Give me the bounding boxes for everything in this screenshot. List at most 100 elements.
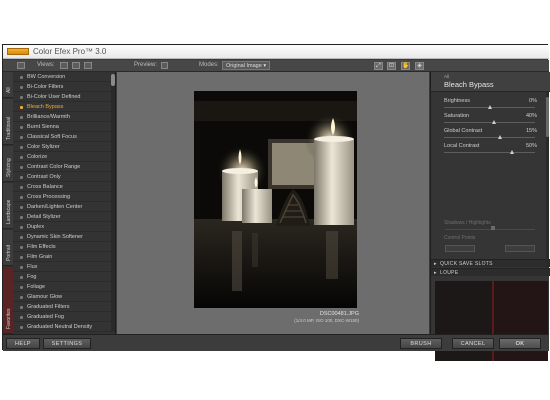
tab-landscape[interactable]: Landscape	[3, 183, 13, 229]
slider-handle[interactable]	[510, 150, 515, 154]
zoom-icon[interactable]: ⤢	[374, 62, 383, 70]
slider-label: Brightness	[444, 98, 470, 104]
filter-item[interactable]: Duplex	[13, 222, 115, 232]
preview-image	[194, 91, 357, 308]
modes-label: Modes:	[199, 62, 219, 68]
category-tabs: All Traditional Stylizing Landscape Port…	[3, 72, 13, 334]
filter-item[interactable]: Flux	[13, 262, 115, 272]
shadows-track[interactable]	[445, 229, 535, 230]
sidebar-toggle-icon[interactable]	[17, 62, 25, 69]
help-button[interactable]: HELP	[6, 338, 40, 349]
control-points-label: Control Points	[444, 235, 476, 241]
single-view-icon[interactable]	[60, 62, 68, 69]
filter-list-scrollbar[interactable]	[111, 74, 115, 332]
candles-photo	[194, 91, 357, 308]
modes-select-value: Original Image	[226, 63, 262, 69]
filter-item[interactable]: Graduated Fog	[13, 312, 115, 322]
filter-item[interactable]: Contrast Color Range	[13, 162, 115, 172]
filter-item[interactable]: Fog	[13, 272, 115, 282]
settings-scrollbar[interactable]	[546, 92, 549, 272]
preview-label: Preview:	[134, 62, 158, 68]
filter-item[interactable]: BW Conversion	[13, 72, 115, 82]
add-control-point-button[interactable]	[445, 245, 475, 252]
image-info: (1/4.0 MP, ISO 100, DSC-W150)	[294, 318, 359, 323]
slider-label: Saturation	[444, 113, 470, 119]
tab-stylizing[interactable]: Stylizing	[3, 146, 13, 182]
local-contrast-slider[interactable]: Local Contrast 50%	[441, 143, 537, 159]
filter-item[interactable]: Graduated Filters	[13, 302, 115, 312]
loupe-icon[interactable]: ◈	[415, 62, 424, 70]
tab-traditional[interactable]: Traditional	[3, 99, 13, 145]
image-filename: DSC00481.JPG	[319, 311, 359, 317]
filter-item[interactable]: Color Stylizer	[13, 142, 115, 152]
filter-item[interactable]: Dynamic Skin Softener	[13, 232, 115, 242]
filter-item[interactable]: Bleach Bypass	[13, 102, 115, 112]
loupe-section[interactable]: LOUPE	[431, 268, 550, 277]
filter-item[interactable]: Detail Stylizer	[13, 212, 115, 222]
shadows-handle[interactable]	[491, 226, 495, 230]
filter-title: Bleach Bypass	[444, 80, 494, 89]
global-contrast-slider[interactable]: Global Contrast 15%	[441, 128, 537, 144]
split-view-icon[interactable]	[72, 62, 80, 69]
filter-list: BW Conversion Bi-Color Filters Bi-Color Us…	[13, 72, 116, 334]
slider-label: Local Contrast	[444, 143, 480, 149]
tab-portrait[interactable]: Portrait	[3, 230, 13, 266]
shadows-highlights-label: Shadows / Highlights	[444, 220, 491, 226]
pan-icon[interactable]: ✋	[401, 62, 410, 70]
slider-track[interactable]	[444, 137, 535, 138]
slider-track[interactable]	[444, 152, 535, 153]
bottom-bar: HELP SETTINGS BRUSH CANCEL OK	[3, 334, 549, 351]
slider-value: 0%	[529, 98, 537, 104]
filter-item[interactable]: Classical Soft Focus	[13, 132, 115, 142]
ok-button[interactable]: OK	[499, 338, 541, 349]
slider-value: 15%	[525, 128, 537, 134]
slider-handle[interactable]	[492, 120, 497, 124]
tab-favorites[interactable]: Favorites	[3, 267, 13, 334]
filter-item[interactable]: Film Effects	[13, 242, 115, 252]
filter-settings-panel: All Bleach Bypass Brightness 0% Saturati…	[430, 72, 550, 361]
slider-track[interactable]	[444, 122, 535, 123]
preview-area: DSC00481.JPG (1/4.0 MP, ISO 100, DSC-W15…	[117, 72, 429, 334]
filter-item[interactable]: Brilliance/Warmth	[13, 112, 115, 122]
filter-item[interactable]: Film Grain	[13, 252, 115, 262]
slider-value: 40%	[525, 113, 537, 119]
filter-item[interactable]: Colorize	[13, 152, 115, 162]
title-bar: Color Efex Pro™ 3.0	[3, 45, 549, 59]
modes-select[interactable]: Original Image ▾	[222, 61, 271, 70]
filter-item[interactable]: Cross Balance	[13, 182, 115, 192]
filter-category: All	[444, 74, 450, 79]
filter-item[interactable]: Contrast Only	[13, 172, 115, 182]
slider-handle[interactable]	[498, 135, 503, 139]
filter-item[interactable]: Graduated Neutral Density	[13, 322, 115, 332]
side-by-side-view-icon[interactable]	[84, 62, 92, 69]
filter-item[interactable]: Darken/Lighten Center	[13, 202, 115, 212]
quick-save-slots-section[interactable]: QUICK SAVE SLOTS	[431, 259, 550, 268]
filter-header: All Bleach Bypass	[431, 72, 550, 92]
views-label: Views:	[37, 62, 55, 68]
cancel-button[interactable]: CANCEL	[452, 338, 494, 349]
filter-item[interactable]: Burnt Sienna	[13, 122, 115, 132]
brush-button[interactable]: BRUSH	[400, 338, 442, 349]
saturation-slider[interactable]: Saturation 40%	[441, 113, 537, 129]
filter-item[interactable]: Cross Processing	[13, 192, 115, 202]
remove-control-point-button[interactable]	[505, 245, 535, 252]
chevron-down-icon: ▾	[263, 63, 267, 69]
fit-icon[interactable]: ⊡	[387, 62, 396, 70]
slider-value: 50%	[525, 143, 537, 149]
toolbar: Views: Preview: Modes: Original Image ▾ …	[3, 60, 549, 72]
filter-list-scroll-thumb[interactable]	[111, 74, 115, 86]
nik-logo	[7, 48, 29, 55]
filter-item[interactable]: Foliage	[13, 282, 115, 292]
filter-item[interactable]: Glamour Glow	[13, 292, 115, 302]
plugin-window: Color Efex Pro™ 3.0 Views: Preview: Mode…	[2, 44, 550, 361]
slider-label: Global Contrast	[444, 128, 483, 134]
brightness-slider[interactable]: Brightness 0%	[441, 98, 537, 114]
settings-button[interactable]: SETTINGS	[43, 338, 91, 349]
app-title: Color Efex Pro™ 3.0	[33, 47, 107, 56]
slider-handle[interactable]	[487, 105, 492, 109]
preview-checkbox[interactable]	[161, 62, 168, 69]
tab-all[interactable]: All	[3, 72, 13, 98]
settings-scroll-thumb[interactable]	[546, 97, 549, 137]
filter-item[interactable]: Bi-Color Filters	[13, 82, 115, 92]
filter-item[interactable]: Bi-Color User Defined	[13, 92, 115, 102]
